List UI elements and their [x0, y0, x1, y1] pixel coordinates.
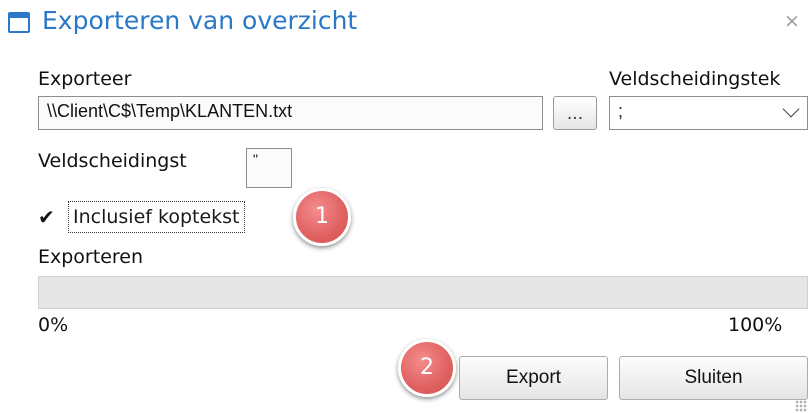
callout-badge-2: 2 — [398, 339, 456, 397]
include-header-label[interactable]: Inclusief koptekst — [68, 201, 245, 233]
progress-min-label: 0% — [38, 314, 69, 336]
browse-button[interactable]: ... — [553, 96, 597, 130]
field-separator-value: ; — [618, 101, 624, 121]
progress-bar — [38, 276, 808, 309]
window-icon — [8, 12, 30, 33]
close-button[interactable]: Sluiten — [619, 356, 808, 400]
field-separator-label: Veldscheidingstek — [609, 68, 781, 90]
progress-label: Exporteren — [38, 246, 144, 268]
progress-max-label: 100% — [728, 314, 783, 336]
field-separator-select[interactable]: ; — [609, 96, 808, 130]
export-to-label: Exporteer — [38, 68, 132, 90]
export-path-input[interactable]: \\Client\C$\Temp\KLANTEN.txt — [38, 96, 543, 130]
chevron-down-icon — [782, 100, 800, 118]
dialog-title: Exporteren van overzicht — [42, 6, 358, 35]
callout-badge-1: 1 — [293, 188, 351, 246]
text-qualifier-label: Veldscheidingst — [38, 150, 187, 172]
export-button[interactable]: Export — [459, 356, 608, 400]
include-header-checkbox[interactable]: ✔ — [38, 206, 60, 228]
resize-grip[interactable] — [795, 400, 807, 412]
text-qualifier-input[interactable]: " — [246, 148, 292, 188]
close-icon[interactable]: × — [784, 12, 800, 31]
